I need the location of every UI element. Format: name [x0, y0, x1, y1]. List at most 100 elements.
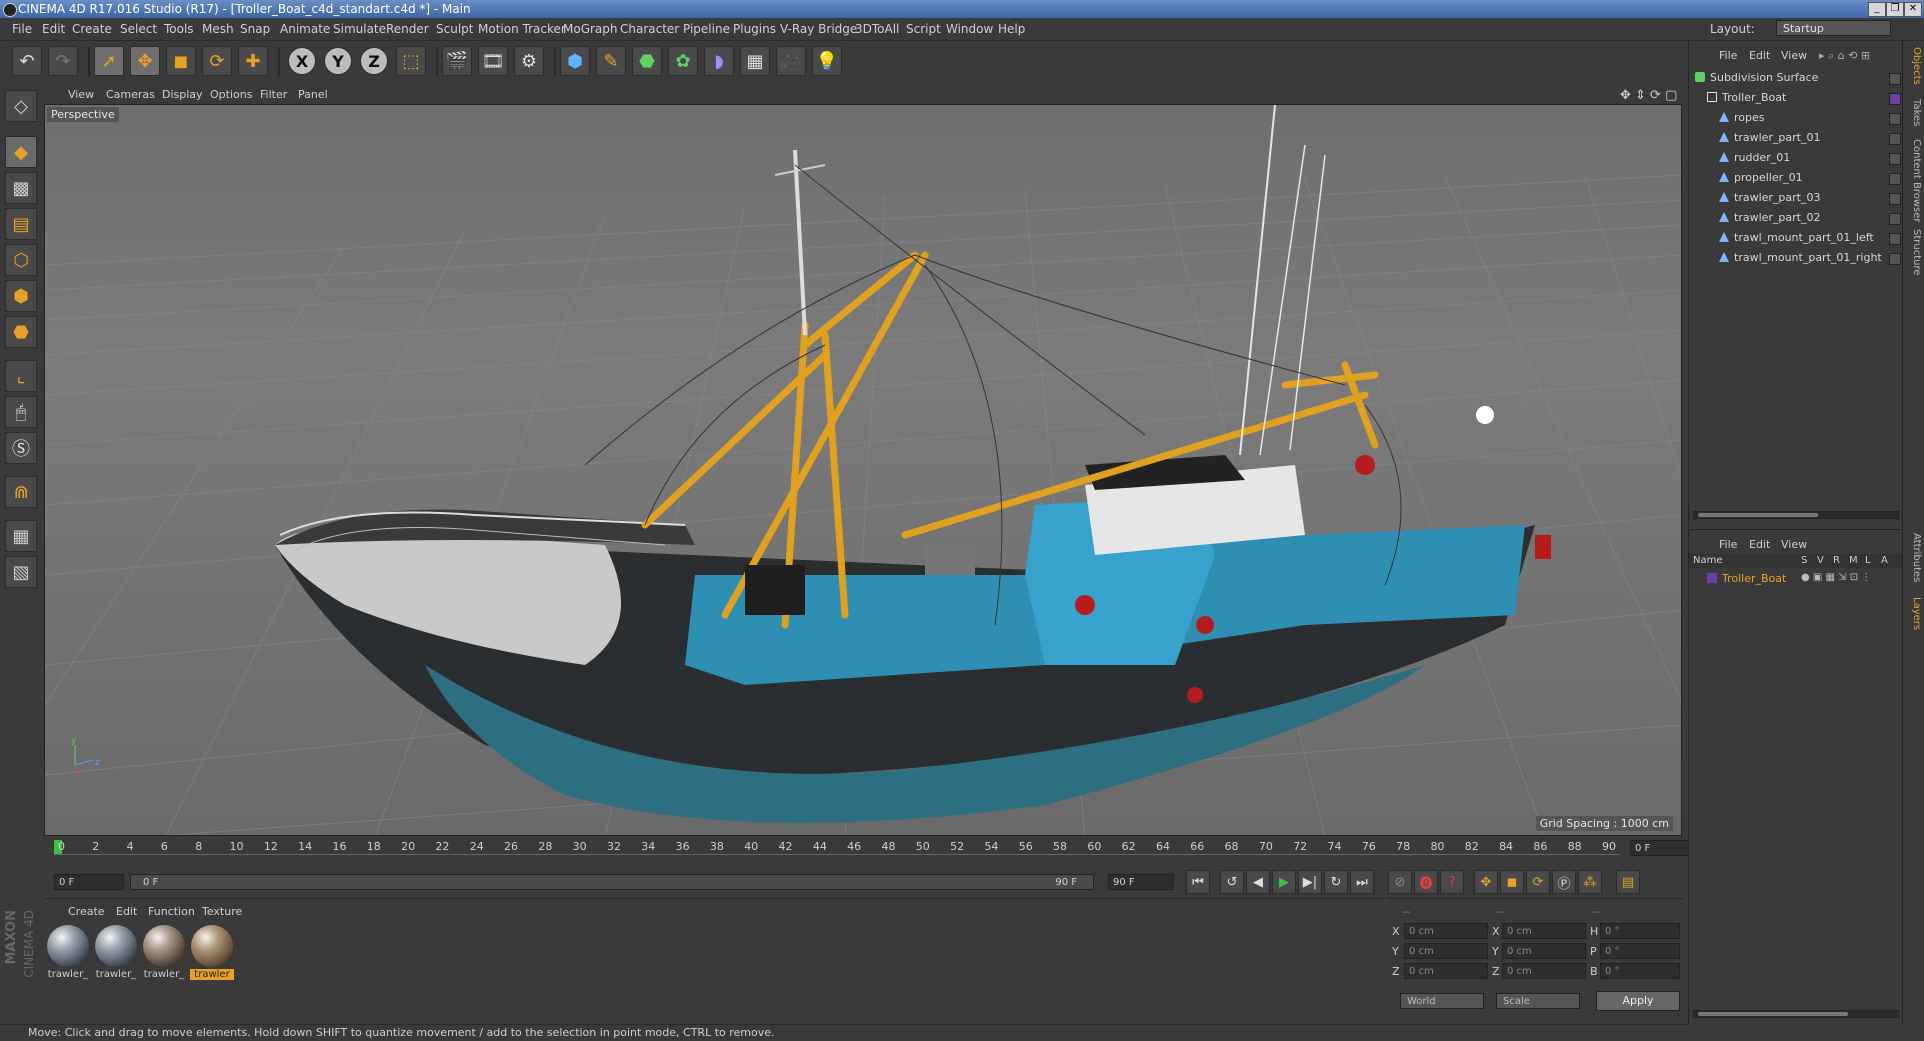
tab-layers[interactable]: Layers [1906, 597, 1922, 630]
object-row-rudder-01[interactable]: rudder_01 [1719, 149, 1790, 167]
keyframe-selection-icon[interactable]: ? [1440, 870, 1464, 894]
menu-3dtoall[interactable]: 3DToAll [855, 22, 899, 36]
render-settings-icon[interactable]: ⚙ [514, 46, 544, 76]
transform-tool-icon[interactable]: ✚ [238, 46, 268, 76]
object-manager-tool-icons[interactable]: ▸ ⌕ ⌂ ⟲ ⊞ [1819, 49, 1870, 63]
cloner-icon[interactable]: ✿ [668, 46, 698, 76]
material-swatch[interactable]: trawler_ [94, 925, 138, 983]
pen-spline-icon[interactable]: ✎ [596, 46, 626, 76]
visibility-toggle[interactable] [1889, 233, 1901, 245]
visibility-toggle[interactable] [1889, 133, 1901, 145]
axis-mode-icon[interactable]: ⌞ [5, 360, 37, 392]
menu-edit[interactable]: Edit [42, 22, 65, 36]
play-forward-icon[interactable]: ▶ [1272, 870, 1296, 894]
position-y-field[interactable]: 0 cm [1404, 943, 1488, 959]
cube-primitive-icon[interactable]: ⬢ [560, 46, 590, 76]
menu-snap[interactable]: Snap [240, 22, 270, 36]
visibility-toggle[interactable] [1889, 213, 1901, 225]
floor-scene-icon[interactable]: ▦ [740, 46, 770, 76]
menu-simulate[interactable]: Simulate [333, 22, 386, 36]
viewport-menu-options[interactable]: Options [210, 88, 252, 101]
point-level-key-icon[interactable]: ⁂ [1578, 870, 1602, 894]
menu-vray-bridge[interactable]: V-Ray Bridge [780, 22, 857, 36]
model-mode-icon[interactable]: ◆ [5, 136, 37, 168]
size-x-field[interactable]: 0 cm [1502, 923, 1586, 939]
make-editable-icon[interactable]: ◇ [5, 90, 37, 122]
rotation-h-field[interactable]: 0 ° [1600, 923, 1680, 939]
planar-workplane-icon[interactable]: ▧ [5, 556, 37, 588]
camera-icon[interactable]: 🎥 [776, 46, 806, 76]
layer-menu-edit[interactable]: Edit [1749, 538, 1770, 551]
material-menu-edit[interactable]: Edit [116, 905, 137, 918]
menu-select[interactable]: Select [120, 22, 157, 36]
menu-character[interactable]: Character [620, 22, 679, 36]
viewport-menu-display[interactable]: Display [162, 88, 203, 101]
rotation-key-icon[interactable]: ⟳ [1526, 870, 1550, 894]
coordinate-system-icon[interactable]: ⬚ [396, 46, 426, 76]
parameter-key-icon[interactable]: Ⓟ [1552, 870, 1576, 894]
size-z-field[interactable]: 0 cm [1502, 963, 1586, 979]
visibility-toggle[interactable] [1889, 193, 1901, 205]
object-horizontal-scrollbar[interactable] [1693, 511, 1899, 519]
menu-mograph[interactable]: MoGraph [563, 22, 618, 36]
maximize-button[interactable]: ❐ [1886, 2, 1904, 17]
material-swatch[interactable]: trawler [190, 925, 234, 983]
go-to-end-icon[interactable]: ⏭ [1350, 870, 1374, 894]
light-icon[interactable]: 💡 [812, 46, 842, 76]
menu-pipeline[interactable]: Pipeline [683, 22, 730, 36]
layer-row[interactable]: Troller_Boat [1707, 570, 1786, 588]
menu-tools[interactable]: Tools [164, 22, 194, 36]
perspective-viewport[interactable]: y z Perspective Grid Spacing : 1000 cm [44, 104, 1682, 836]
material-swatch[interactable]: trawler_ [142, 925, 186, 983]
menu-create[interactable]: Create [72, 22, 112, 36]
tab-structure[interactable]: Structure [1906, 229, 1922, 276]
object-row-subdivision-surface[interactable]: Subdivision Surface [1695, 69, 1818, 87]
tweak-mode-icon[interactable]: 🖱 [5, 396, 37, 428]
material-menu-function[interactable]: Function [148, 905, 195, 918]
timeline-window-icon[interactable]: ▤ [1616, 870, 1640, 894]
layer-menu-view[interactable]: View [1781, 538, 1807, 551]
scale-key-icon[interactable]: ◼ [1500, 870, 1524, 894]
deformer-icon[interactable]: ◗ [704, 46, 734, 76]
menu-window[interactable]: Window [946, 22, 993, 36]
layer-color-toggle[interactable] [1889, 93, 1901, 105]
menu-file[interactable]: File [12, 22, 32, 36]
viewport-menu-panel[interactable]: Panel [298, 88, 328, 101]
live-selection-icon[interactable]: ➚ [94, 46, 124, 76]
redo-icon[interactable]: ↷ [48, 46, 78, 76]
polygons-mode-icon[interactable]: ⬣ [5, 316, 37, 348]
viewport-menu-view[interactable]: View [68, 88, 94, 101]
tab-objects[interactable]: Objects [1906, 47, 1922, 85]
minimize-button[interactable]: _ [1868, 2, 1886, 17]
object-row-trawler-part-02[interactable]: trawler_part_02 [1719, 209, 1820, 227]
edges-mode-icon[interactable]: ⬢ [5, 280, 37, 312]
visibility-toggle[interactable] [1889, 73, 1901, 85]
visibility-toggle[interactable] [1889, 253, 1901, 265]
menu-motion-tracker[interactable]: Motion Tracker [478, 22, 566, 36]
points-mode-icon[interactable]: ⬡ [5, 244, 37, 276]
object-row-propeller-01[interactable]: propeller_01 [1719, 169, 1803, 187]
layer-horizontal-scrollbar[interactable] [1693, 1010, 1899, 1018]
texture-mode-icon[interactable]: ▩ [5, 172, 37, 204]
end-frame-field[interactable]: 90 F [1108, 874, 1174, 890]
move-tool-icon[interactable]: ✥ [130, 46, 160, 76]
menu-help[interactable]: Help [998, 22, 1025, 36]
undo-icon[interactable]: ↶ [12, 46, 42, 76]
rotate-tool-icon[interactable]: ⟳ [202, 46, 232, 76]
object-row-trawl-mount-left[interactable]: trawl_mount_part_01_left [1719, 229, 1874, 247]
object-row-trawler-part-03[interactable]: trawler_part_03 [1719, 189, 1820, 207]
tab-takes[interactable]: Takes [1906, 99, 1922, 126]
scale-tool-icon[interactable]: ◼ [166, 46, 196, 76]
layer-menu-file[interactable]: File [1719, 538, 1737, 551]
menu-mesh[interactable]: Mesh [202, 22, 234, 36]
layer-switch-icons[interactable]: ● ▣ ▦ ⇲ ⊡ ⋮ [1801, 572, 1871, 583]
tab-content-browser[interactable]: Content Browser [1906, 139, 1922, 222]
workplane-mode-icon[interactable]: ▤ [5, 208, 37, 240]
object-row-troller-boat[interactable]: Troller_Boat [1707, 89, 1786, 107]
material-menu-create[interactable]: Create [68, 905, 105, 918]
render-view-icon[interactable]: 🎬 [442, 46, 472, 76]
y-axis-lock-icon[interactable]: Y [324, 47, 352, 75]
size-y-field[interactable]: 0 cm [1502, 943, 1586, 959]
magnet-icon[interactable]: ⋒ [5, 476, 37, 508]
record-keyframe-icon[interactable]: ⊘ [1388, 870, 1412, 894]
